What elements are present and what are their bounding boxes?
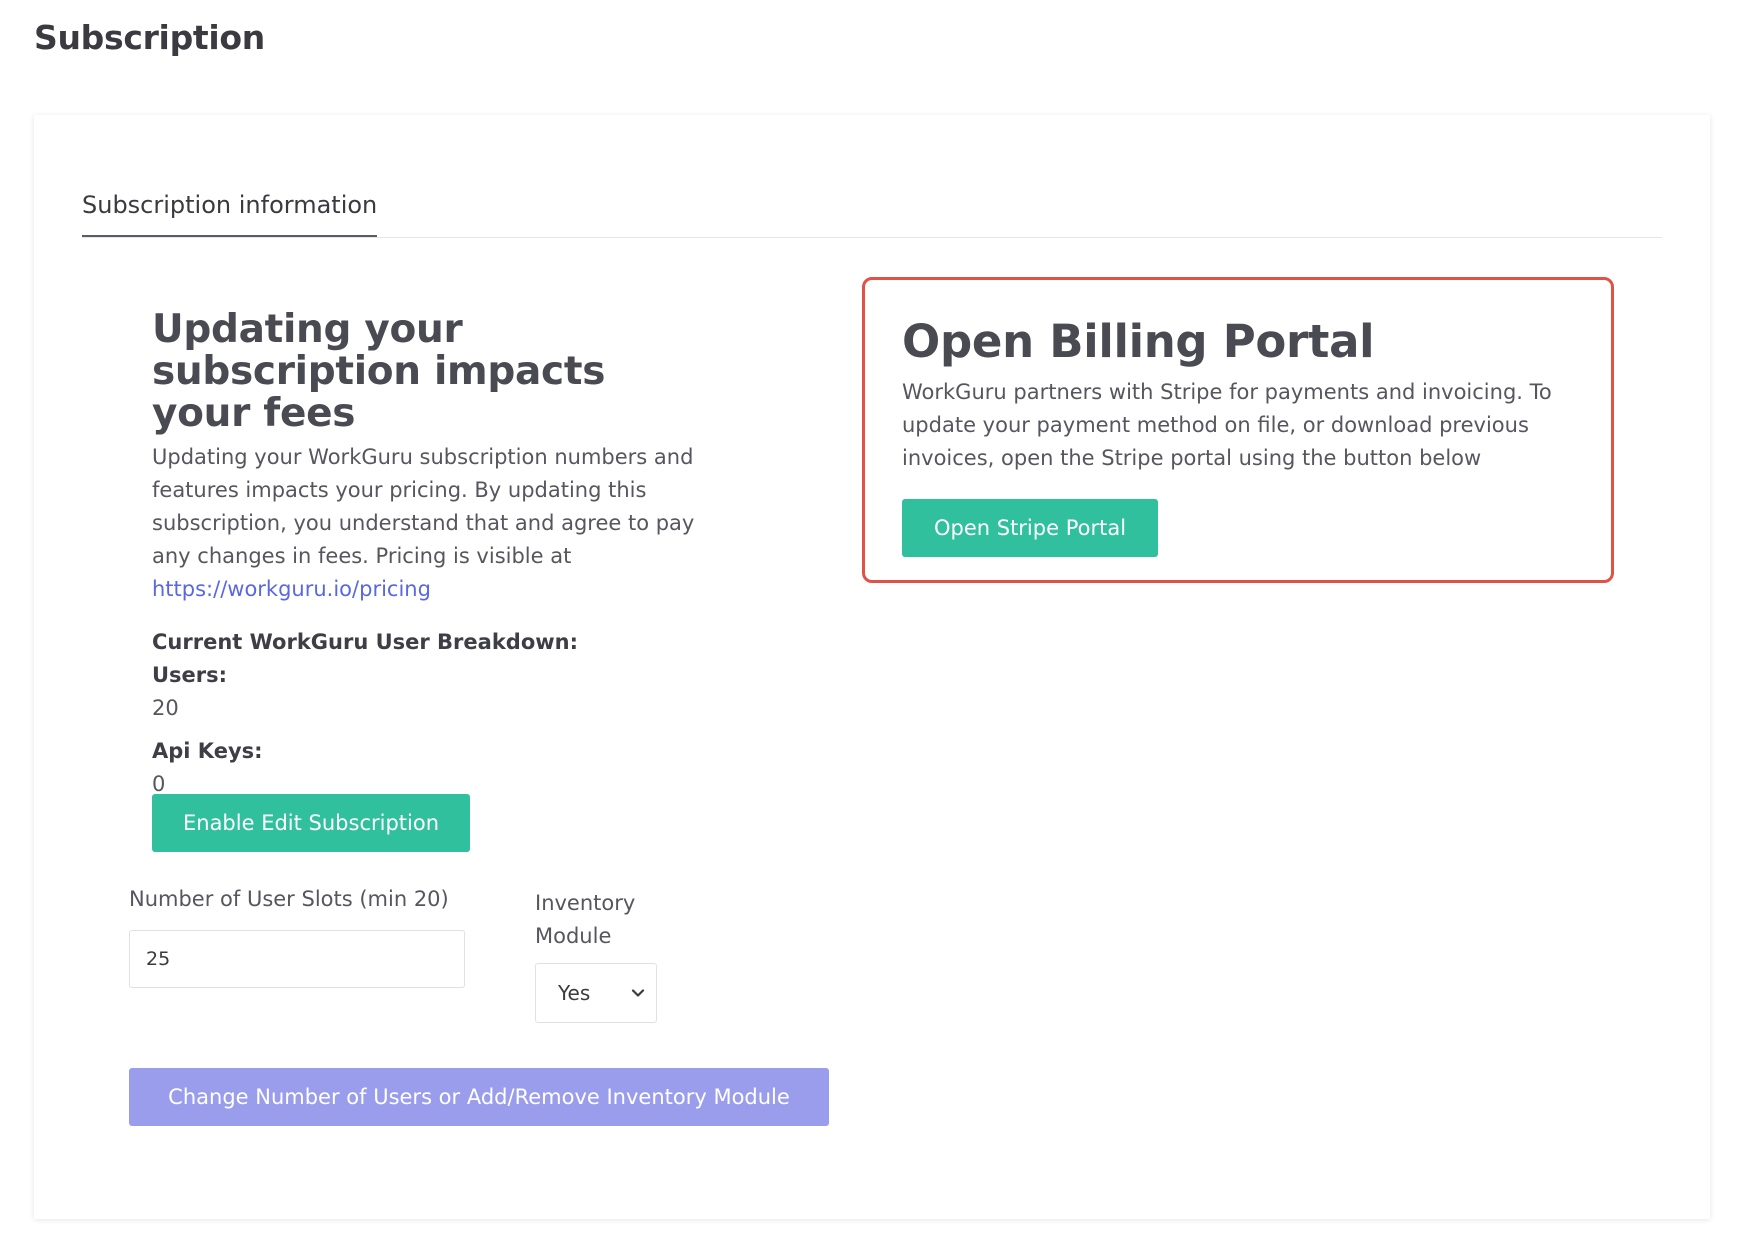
- billing-description: WorkGuru partners with Stripe for paymen…: [902, 380, 1552, 470]
- api-keys-label: Api Keys:: [152, 739, 263, 763]
- users-label: Users:: [152, 663, 228, 687]
- chevron-down-icon: [631, 989, 645, 997]
- subscription-card: Subscription information Updating your s…: [34, 115, 1710, 1219]
- tab-subscription-information[interactable]: Subscription information: [82, 185, 378, 237]
- users-value: 20: [152, 696, 179, 720]
- billing-heading: Open Billing Portal: [902, 315, 1375, 368]
- billing-portal-panel: Open Billing Portal WorkGuru partners wi…: [862, 277, 1614, 583]
- open-stripe-portal-button[interactable]: Open Stripe Portal: [902, 499, 1158, 557]
- fees-description: Updating your WorkGuru subscription numb…: [152, 445, 695, 568]
- user-slots-input[interactable]: [129, 930, 465, 988]
- page-title: Subscription: [34, 18, 265, 57]
- inventory-module-label: Inventory Module: [535, 891, 636, 948]
- enable-edit-subscription-button[interactable]: Enable Edit Subscription: [152, 794, 470, 852]
- fees-section: Updating your subscription impacts your …: [152, 309, 712, 801]
- pricing-link[interactable]: https://workguru.io/pricing: [152, 573, 712, 606]
- breakdown-title: Current WorkGuru User Breakdown:: [152, 630, 578, 654]
- inventory-module-select[interactable]: Yes: [535, 963, 657, 1023]
- inventory-module-value: Yes: [558, 981, 591, 1005]
- tab-bar: Subscription information: [82, 185, 1662, 238]
- user-slots-label: Number of User Slots (min 20): [129, 887, 449, 911]
- user-breakdown: Current WorkGuru User Breakdown: Users: …: [152, 626, 712, 801]
- fees-heading: Updating your subscription impacts your …: [152, 307, 606, 436]
- change-users-inventory-button[interactable]: Change Number of Users or Add/Remove Inv…: [129, 1068, 829, 1126]
